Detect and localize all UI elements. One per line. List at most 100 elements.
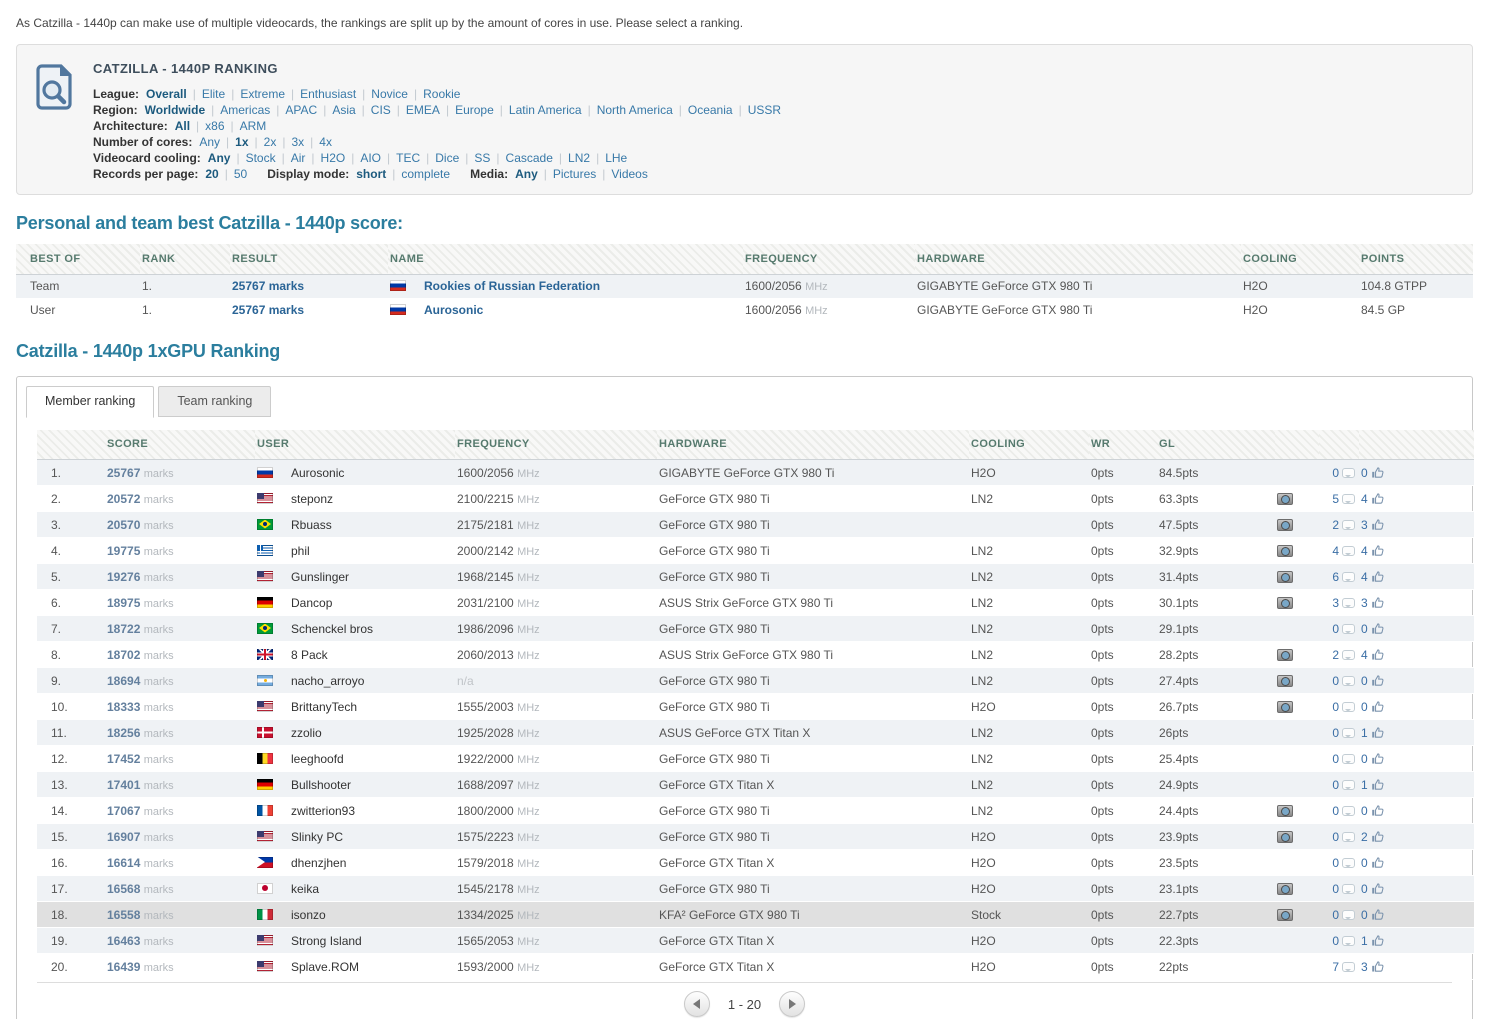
- comments-link[interactable]: 6: [1332, 570, 1357, 584]
- filter-option-elite[interactable]: Elite: [202, 87, 225, 101]
- score-link[interactable]: 18333 marks: [107, 700, 174, 714]
- user-link[interactable]: Aurosonic: [291, 466, 344, 480]
- comments-link[interactable]: 0: [1332, 674, 1357, 688]
- filter-option-tec[interactable]: TEC: [396, 151, 420, 165]
- filter-option-air[interactable]: Air: [291, 151, 306, 165]
- likes-link[interactable]: 0: [1361, 882, 1384, 896]
- user-link[interactable]: Slinky PC: [291, 830, 343, 844]
- filter-option-ln2[interactable]: LN2: [568, 151, 590, 165]
- filter-option-ussr[interactable]: USSR: [748, 103, 781, 117]
- likes-link[interactable]: 4: [1361, 544, 1384, 558]
- filter-option-1x[interactable]: 1x: [235, 135, 248, 149]
- filter-option-complete[interactable]: complete: [401, 167, 450, 181]
- filter-option-stock[interactable]: Stock: [246, 151, 276, 165]
- user-link[interactable]: dhenzjhen: [291, 856, 346, 870]
- comments-link[interactable]: 5: [1332, 492, 1357, 506]
- filter-option-apac[interactable]: APAC: [285, 103, 317, 117]
- camera-icon[interactable]: [1277, 492, 1293, 505]
- user-link[interactable]: Splave.ROM: [291, 960, 359, 974]
- likes-link[interactable]: 4: [1361, 648, 1384, 662]
- likes-link[interactable]: 0: [1361, 752, 1384, 766]
- filter-option-americas[interactable]: Americas: [220, 103, 270, 117]
- filter-option-arm[interactable]: ARM: [240, 119, 267, 133]
- user-link[interactable]: steponz: [291, 492, 333, 506]
- filter-option-overall[interactable]: Overall: [146, 87, 187, 101]
- filter-option-3x[interactable]: 3x: [291, 135, 304, 149]
- user-link[interactable]: Strong Island: [291, 934, 362, 948]
- comments-link[interactable]: 2: [1332, 518, 1357, 532]
- user-link[interactable]: BrittanyTech: [291, 700, 357, 714]
- likes-link[interactable]: 0: [1361, 674, 1384, 688]
- score-link[interactable]: 17452 marks: [107, 752, 174, 766]
- likes-link[interactable]: 0: [1361, 804, 1384, 818]
- likes-link[interactable]: 1: [1361, 778, 1384, 792]
- comments-link[interactable]: 0: [1332, 934, 1357, 948]
- filter-option-any[interactable]: Any: [208, 151, 231, 165]
- result-link[interactable]: 25767 marks: [232, 279, 304, 293]
- camera-icon[interactable]: [1277, 596, 1293, 609]
- score-link[interactable]: 16558 marks: [107, 908, 174, 922]
- score-link[interactable]: 17401 marks: [107, 778, 174, 792]
- camera-icon[interactable]: [1277, 830, 1293, 843]
- filter-option-north-america[interactable]: North America: [597, 103, 673, 117]
- filter-option-extreme[interactable]: Extreme: [240, 87, 285, 101]
- user-link[interactable]: Bullshooter: [291, 778, 351, 792]
- filter-option-20[interactable]: 20: [205, 167, 218, 181]
- user-link[interactable]: leeghoofd: [291, 752, 344, 766]
- likes-link[interactable]: 4: [1361, 492, 1384, 506]
- likes-link[interactable]: 3: [1361, 518, 1384, 532]
- score-link[interactable]: 25767 marks: [107, 466, 174, 480]
- tab-member-ranking[interactable]: Member ranking: [26, 385, 155, 418]
- filter-option-aio[interactable]: AIO: [360, 151, 381, 165]
- user-link[interactable]: Rbuass: [291, 518, 332, 532]
- user-link[interactable]: zzolio: [291, 726, 322, 740]
- likes-link[interactable]: 0: [1361, 700, 1384, 714]
- score-link[interactable]: 17067 marks: [107, 804, 174, 818]
- likes-link[interactable]: 3: [1361, 960, 1384, 974]
- score-link[interactable]: 16439 marks: [107, 960, 174, 974]
- filter-option-2x[interactable]: 2x: [264, 135, 277, 149]
- user-link[interactable]: isonzo: [291, 908, 326, 922]
- filter-option-worldwide[interactable]: Worldwide: [145, 103, 205, 117]
- camera-icon[interactable]: [1277, 882, 1293, 895]
- camera-icon[interactable]: [1277, 804, 1293, 817]
- user-link[interactable]: phil: [291, 544, 310, 558]
- likes-link[interactable]: 2: [1361, 830, 1384, 844]
- filter-option-4x[interactable]: 4x: [319, 135, 332, 149]
- comments-link[interactable]: 0: [1332, 466, 1357, 480]
- score-link[interactable]: 20572 marks: [107, 492, 174, 506]
- likes-link[interactable]: 4: [1361, 570, 1384, 584]
- likes-link[interactable]: 0: [1361, 466, 1384, 480]
- filter-option-any[interactable]: Any: [515, 167, 538, 181]
- filter-option-h2o[interactable]: H2O: [321, 151, 346, 165]
- filter-option-all[interactable]: All: [175, 119, 190, 133]
- filter-option-lhe[interactable]: LHe: [605, 151, 627, 165]
- score-link[interactable]: 18722 marks: [107, 622, 174, 636]
- filter-option-any[interactable]: Any: [199, 135, 220, 149]
- filter-option-ss[interactable]: SS: [474, 151, 490, 165]
- name-link[interactable]: Rookies of Russian Federation: [424, 279, 600, 293]
- comments-link[interactable]: 4: [1332, 544, 1357, 558]
- user-link[interactable]: Gunslinger: [291, 570, 349, 584]
- score-link[interactable]: 19276 marks: [107, 570, 174, 584]
- likes-link[interactable]: 0: [1361, 622, 1384, 636]
- likes-link[interactable]: 0: [1361, 856, 1384, 870]
- camera-icon[interactable]: [1277, 648, 1293, 661]
- filter-option-dice[interactable]: Dice: [435, 151, 459, 165]
- camera-icon[interactable]: [1277, 544, 1293, 557]
- filter-option-rookie[interactable]: Rookie: [423, 87, 460, 101]
- filter-option-videos[interactable]: Videos: [611, 167, 647, 181]
- camera-icon[interactable]: [1277, 518, 1293, 531]
- score-link[interactable]: 18702 marks: [107, 648, 174, 662]
- filter-option-novice[interactable]: Novice: [371, 87, 408, 101]
- comments-link[interactable]: 7: [1332, 960, 1357, 974]
- comments-link[interactable]: 3: [1332, 596, 1357, 610]
- filter-option-cascade[interactable]: Cascade: [506, 151, 553, 165]
- comments-link[interactable]: 0: [1332, 856, 1357, 870]
- next-page-button[interactable]: [779, 991, 806, 1017]
- camera-icon[interactable]: [1277, 700, 1293, 713]
- filter-option-emea[interactable]: EMEA: [406, 103, 440, 117]
- user-link[interactable]: 8 Pack: [291, 648, 328, 662]
- score-link[interactable]: 18256 marks: [107, 726, 174, 740]
- score-link[interactable]: 20570 marks: [107, 518, 174, 532]
